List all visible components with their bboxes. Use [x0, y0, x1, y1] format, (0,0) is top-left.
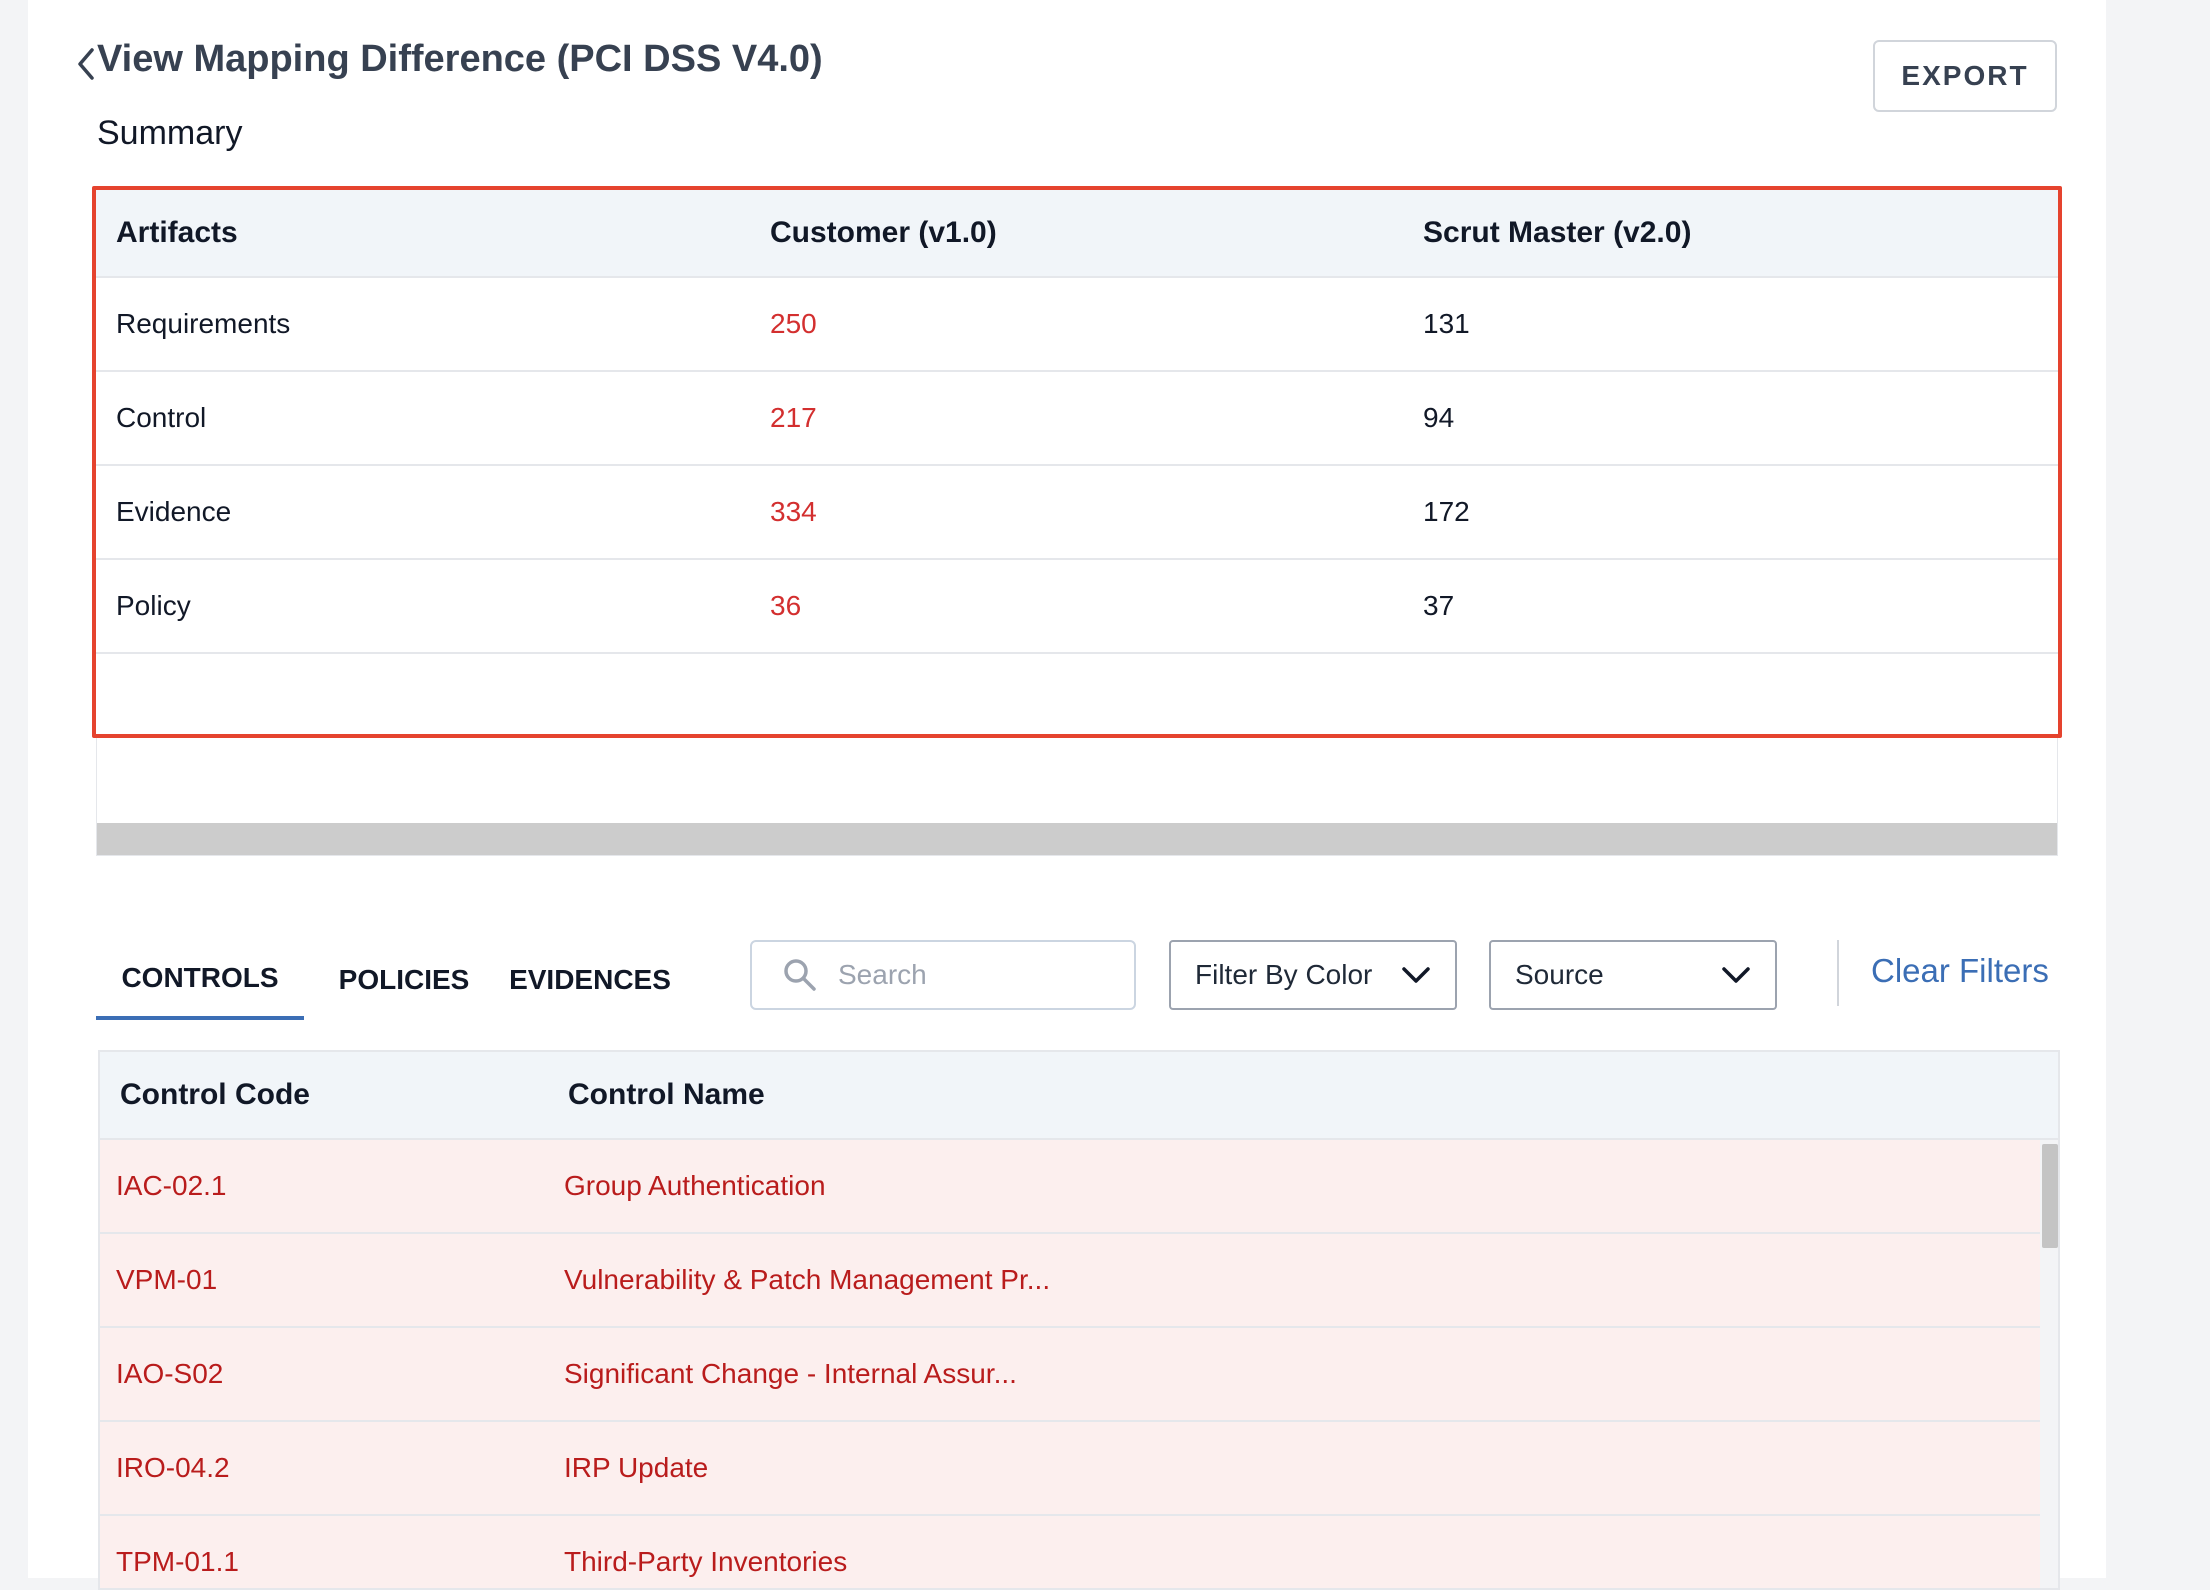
- search-icon: [784, 959, 816, 991]
- tab-evidences[interactable]: EVIDENCES: [498, 940, 682, 1020]
- chevron-down-icon: [1402, 967, 1430, 983]
- filter-by-color-dropdown[interactable]: Filter By Color: [1169, 940, 1457, 1010]
- artifact-name: Requirements: [116, 308, 291, 339]
- summary-col-artifacts: Artifacts: [116, 216, 238, 249]
- summary-row: Policy 36 37: [96, 560, 2058, 654]
- customer-count: 250: [770, 308, 817, 339]
- control-name: IRP Update: [564, 1452, 709, 1483]
- filter-by-color-label: Filter By Color: [1195, 959, 1373, 990]
- col-control-name: Control Name: [568, 1078, 765, 1111]
- source-label: Source: [1515, 959, 1604, 990]
- summary-table: Artifacts Customer (v1.0) Scrut Master (…: [92, 186, 2062, 738]
- control-name: Vulnerability & Patch Management Pr...: [564, 1264, 1051, 1295]
- master-count: 37: [1423, 590, 1455, 621]
- summary-col-master: Scrut Master (v2.0): [1423, 216, 1692, 249]
- source-dropdown[interactable]: Source: [1489, 940, 1777, 1010]
- chevron-left-icon: [78, 48, 94, 80]
- horizontal-scrollbar[interactable]: [97, 823, 2057, 855]
- table-row[interactable]: IRO-04.2 IRP Update: [100, 1422, 2042, 1516]
- page-title: View Mapping Difference (PCI DSS V4.0): [97, 38, 823, 80]
- tab-policies[interactable]: POLICIES: [324, 940, 484, 1020]
- chevron-down-icon: [1722, 967, 1750, 983]
- control-name: Third-Party Inventories: [564, 1546, 848, 1577]
- control-code: VPM-01: [116, 1264, 218, 1295]
- control-code: TPM-01.1: [116, 1546, 239, 1577]
- table-row[interactable]: VPM-01 Vulnerability & Patch Management …: [100, 1234, 2042, 1328]
- summary-header-row: Artifacts Customer (v1.0) Scrut Master (…: [96, 190, 2058, 278]
- control-code: IAO-S02: [116, 1358, 224, 1389]
- master-count: 172: [1423, 496, 1470, 527]
- customer-count: 334: [770, 496, 817, 527]
- customer-count: 217: [770, 402, 817, 433]
- artifact-name: Policy: [116, 590, 191, 621]
- summary-title: Summary: [97, 114, 243, 152]
- export-button[interactable]: EXPORT: [1873, 40, 2057, 112]
- control-name: Significant Change - Internal Assur...: [564, 1358, 1017, 1389]
- control-name: Group Authentication: [564, 1170, 826, 1201]
- search-input[interactable]: [836, 958, 1110, 992]
- search-box[interactable]: [750, 940, 1136, 1010]
- artifact-name: Control: [116, 402, 207, 433]
- tab-controls[interactable]: CONTROLS: [96, 940, 304, 1020]
- control-code: IAC-02.1: [116, 1170, 227, 1201]
- table-row[interactable]: TPM-01.1 Third-Party Inventories: [100, 1516, 2042, 1588]
- col-control-code: Control Code: [120, 1078, 310, 1111]
- summary-row: Evidence 334 172: [96, 466, 2058, 560]
- vertical-scrollbar[interactable]: [2040, 1140, 2058, 1588]
- summary-col-customer: Customer (v1.0): [770, 216, 997, 249]
- artifact-name: Evidence: [116, 496, 232, 527]
- summary-row: Control 217 94: [96, 372, 2058, 466]
- control-code: IRO-04.2: [116, 1452, 230, 1483]
- master-count: 131: [1423, 308, 1470, 339]
- controls-header-row: Control Code Control Name: [100, 1052, 2058, 1140]
- controls-table: Control Code Control Name IAC-02.1 Group…: [98, 1050, 2060, 1590]
- summary-row: Requirements 250 131: [96, 278, 2058, 372]
- filter-divider: [1837, 940, 1839, 1006]
- customer-count: 36: [770, 590, 802, 621]
- master-count: 94: [1423, 402, 1455, 433]
- scrollbar-thumb[interactable]: [2042, 1144, 2058, 1248]
- table-row[interactable]: IAC-02.1 Group Authentication: [100, 1140, 2042, 1234]
- clear-filters-link[interactable]: Clear Filters: [1871, 952, 2049, 990]
- table-row[interactable]: IAO-S02 Significant Change - Internal As…: [100, 1328, 2042, 1422]
